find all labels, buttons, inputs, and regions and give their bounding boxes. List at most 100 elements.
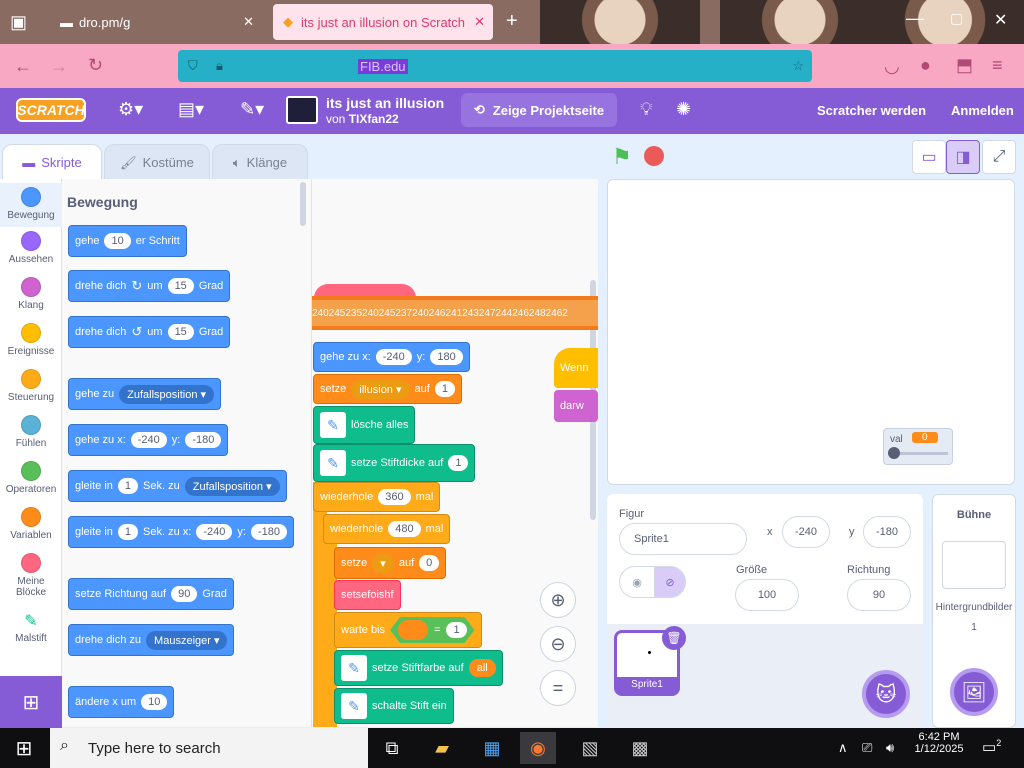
- stop-sign-icon[interactable]: [644, 146, 664, 166]
- block-input[interactable]: -180: [185, 432, 222, 448]
- script-event-hat[interactable]: Wenn: [554, 348, 598, 388]
- variable-reporter[interactable]: [398, 620, 428, 640]
- extensions-icon[interactable]: ⬒: [956, 55, 973, 76]
- zoom-out-button[interactable]: ⊖: [540, 626, 576, 662]
- x-field[interactable]: -240: [782, 516, 830, 548]
- script-repeat-inner[interactable]: wiederhole 480 mal: [323, 514, 451, 544]
- fullscreen-button[interactable]: ⤢: [982, 140, 1016, 174]
- variable-reporter[interactable]: all: [468, 659, 496, 677]
- file-explorer-icon[interactable]: ▰: [424, 732, 460, 764]
- palette-scrollbar[interactable]: [300, 182, 306, 226]
- account-icon[interactable]: ●: [920, 55, 931, 76]
- block-goto-xy[interactable]: gehe zu x: -240 y: -180: [68, 424, 229, 456]
- tab-dro-pm[interactable]: ▬ dro.pm/g ✕: [52, 4, 264, 40]
- minimize-icon[interactable]: —: [906, 8, 924, 29]
- zoom-in-button[interactable]: ⊕: [540, 582, 576, 618]
- block-input[interactable]: 1: [448, 455, 469, 471]
- debug-bug-icon[interactable]: ✺: [676, 99, 691, 120]
- green-flag-icon[interactable]: ⚑: [612, 144, 632, 170]
- choose-sprite-button[interactable]: 🐱︎: [862, 670, 910, 718]
- script-set-variable[interactable]: setze illusion ▾ auf 1: [313, 374, 462, 404]
- choose-backdrop-button[interactable]: 🖼︎: [950, 668, 998, 716]
- block-turn-right[interactable]: drehe dich ↻ um 15 Grad: [68, 270, 231, 302]
- block-input[interactable]: 10: [141, 694, 168, 710]
- sprite-name-field[interactable]: Sprite1: [619, 523, 747, 555]
- equals-operator[interactable]: = 1: [390, 617, 475, 643]
- maximize-icon[interactable]: ▢: [950, 10, 963, 27]
- show-sprite-button[interactable]: ◉: [619, 566, 655, 598]
- close-window-icon[interactable]: ✕: [994, 10, 1007, 30]
- script-pen-clear[interactable]: ✎ lösche alles: [313, 406, 416, 444]
- script-repeat-outer[interactable]: wiederhole 360 mal: [313, 482, 441, 512]
- stage-canvas[interactable]: [607, 179, 1015, 485]
- block-input[interactable]: -180: [250, 524, 287, 540]
- block-input[interactable]: 10: [104, 233, 131, 249]
- network-icon[interactable]: ⎚: [862, 740, 872, 756]
- block-dropdown[interactable]: ▾: [372, 553, 394, 573]
- block-input[interactable]: 1: [446, 622, 466, 638]
- block-input[interactable]: 90: [171, 586, 198, 602]
- project-page-button[interactable]: ⟲ Zeige Projektseite: [461, 93, 617, 127]
- close-icon[interactable]: ✕: [243, 14, 254, 30]
- size-field[interactable]: 100: [735, 579, 799, 611]
- block-input[interactable]: 1: [434, 381, 455, 397]
- monitor-slider-knob[interactable]: [888, 447, 900, 459]
- file-menu-icon[interactable]: ▤▾: [178, 99, 204, 120]
- category-variables[interactable]: Variablen: [0, 507, 62, 551]
- tab-overview-icon[interactable]: ▣: [10, 12, 27, 33]
- app-icon[interactable]: ▩: [622, 732, 658, 764]
- close-icon[interactable]: ✕: [474, 14, 485, 30]
- backdrop-thumbnail[interactable]: [942, 541, 1006, 589]
- script-set-pen-size[interactable]: ✎ setze Stiftdicke auf 1: [313, 444, 476, 482]
- block-input[interactable]: 1: [117, 478, 139, 494]
- script-custom-block[interactable]: setsefoishf: [334, 580, 401, 610]
- script-set-variable-2[interactable]: setze ▾ auf 0: [334, 547, 447, 579]
- task-view-icon[interactable]: ⧉: [374, 732, 410, 764]
- lightbulb-icon[interactable]: 💡︎: [640, 99, 653, 120]
- category-sensing[interactable]: Fühlen: [0, 415, 62, 459]
- back-arrow-icon[interactable]: ←: [14, 56, 32, 77]
- block-change-x[interactable]: ändere x um 10: [68, 686, 175, 718]
- delete-sprite-button[interactable]: 🗑︎: [662, 626, 686, 650]
- block-input[interactable]: -240: [196, 524, 233, 540]
- script-wait-until[interactable]: warte bis = 1: [334, 612, 482, 648]
- tab-scratch[interactable]: ◆ its just an illusion on Scratch ✕: [273, 4, 493, 40]
- volume-icon[interactable]: 🔊︎: [886, 740, 894, 756]
- block-input[interactable]: 1: [117, 524, 139, 540]
- reload-icon[interactable]: ↻: [88, 55, 103, 76]
- block-input[interactable]: 15: [167, 324, 194, 340]
- forward-arrow-icon[interactable]: →: [50, 56, 68, 77]
- block-input[interactable]: 360: [378, 489, 411, 505]
- script-set-pen-color[interactable]: ✎ setze Stiftfarbe auf all: [334, 650, 503, 686]
- sign-in-link[interactable]: Anmelden: [951, 103, 1014, 118]
- block-input[interactable]: -240: [130, 432, 167, 448]
- script-goto-xy[interactable]: gehe zu x: -240 y: 180: [313, 342, 470, 372]
- category-events[interactable]: Ereignisse: [0, 323, 62, 367]
- block-input[interactable]: 480: [388, 521, 421, 537]
- small-stage-button[interactable]: ▭: [912, 140, 946, 174]
- taskbar-search[interactable]: ⌕ Type here to search: [50, 728, 368, 768]
- scratch-logo[interactable]: SCRATCH: [16, 98, 86, 122]
- author-name[interactable]: TIXfan22: [349, 112, 399, 126]
- block-dropdown[interactable]: Zufallsposition ▾: [184, 476, 280, 496]
- variable-monitor[interactable]: val 0: [883, 428, 953, 465]
- tab-costumes[interactable]: 🖌︎ Kostüme: [104, 144, 210, 180]
- block-input[interactable]: 0: [419, 555, 440, 571]
- plus-icon[interactable]: +: [506, 10, 518, 33]
- address-bar[interactable]: ⛉ 🔒︎ FIB.edu ☆: [178, 50, 812, 82]
- block-glide-xy[interactable]: gleite in 1 Sek. zu x: -240 y: -180: [68, 516, 294, 548]
- block-turn-left[interactable]: drehe dich ↺ um 15 Grad: [68, 316, 231, 348]
- direction-field[interactable]: 90: [847, 579, 911, 611]
- script-pen-down[interactable]: ✎ schalte Stift ein: [334, 688, 454, 724]
- hide-sprite-button[interactable]: ⊘: [654, 566, 686, 598]
- notification-icon[interactable]: ▭2: [982, 738, 1001, 756]
- star-icon[interactable]: ☆: [792, 58, 804, 74]
- category-control[interactable]: Steuerung: [0, 369, 62, 413]
- block-input[interactable]: -240: [375, 349, 412, 365]
- block-input[interactable]: 15: [167, 278, 194, 294]
- category-sound[interactable]: Klang: [0, 277, 62, 321]
- block-glide-to[interactable]: gleite in 1 Sek. zu Zufallsposition ▾: [68, 470, 287, 502]
- app-icon[interactable]: ▧: [572, 732, 608, 764]
- zoom-reset-button[interactable]: =: [540, 670, 576, 706]
- pocket-icon[interactable]: ◡: [884, 56, 900, 77]
